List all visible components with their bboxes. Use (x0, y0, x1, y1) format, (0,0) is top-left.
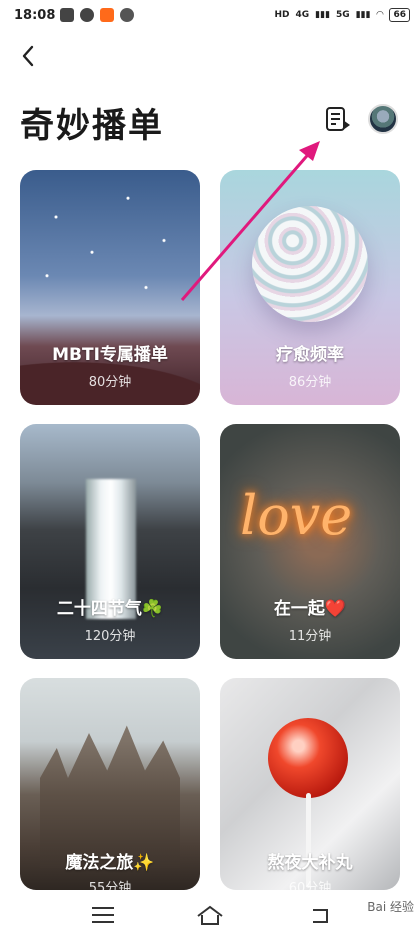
card-title: 疗愈频率 (276, 345, 344, 365)
status-bar: 18:08 HD 4G ▮▮▮ 5G ▮▮▮ ◠ 66 (0, 0, 420, 32)
lollipop-image (268, 718, 348, 798)
playlist-card-solar-terms[interactable]: 二十四节气☘️ 120分钟 (20, 424, 200, 659)
5g-label: 5G (336, 10, 350, 20)
playlist-card-late-night[interactable]: 熬夜大补丸 60分钟 (220, 678, 400, 890)
4g-label: 4G (295, 10, 310, 20)
card-duration: 60分钟 (288, 881, 332, 890)
card-title: 二十四节气☘️ (56, 599, 164, 619)
menu-button[interactable] (88, 902, 118, 928)
playlist-card-magic[interactable]: 魔法之旅✨ 55分钟 (20, 678, 200, 890)
card-title: 魔法之旅✨ (65, 853, 155, 873)
watermark-text: Bai 经验 (367, 900, 414, 914)
chevron-left-icon (22, 45, 34, 67)
playlist-card-together[interactable]: love 在一起❤️ 11分钟 (220, 424, 400, 659)
back-button[interactable] (14, 42, 42, 70)
battery-icon: 66 (389, 8, 410, 22)
menu-icon (92, 907, 114, 923)
back-nav-icon (313, 909, 328, 923)
home-icon (197, 905, 223, 925)
system-nav-bar (0, 890, 420, 940)
back-nav-button[interactable] (305, 902, 335, 928)
card-duration: 55分钟 (88, 881, 132, 890)
avatar[interactable] (368, 104, 398, 134)
card-duration: 11分钟 (288, 629, 332, 644)
playlist-button[interactable] (322, 104, 352, 134)
notification-icons (60, 8, 134, 22)
card-duration: 120分钟 (84, 629, 136, 644)
wifi-icon: ◠ (376, 10, 384, 20)
signal-icon: ▮▮▮ (355, 10, 371, 20)
taobao-icon (100, 8, 114, 22)
sphere-image (252, 206, 368, 322)
starry-sky-image (20, 170, 200, 405)
sparkler-love-image: love (240, 484, 353, 547)
card-title: 在一起❤️ (273, 599, 347, 619)
card-title: MBTI专属播单 (52, 345, 168, 365)
castle-image (40, 725, 180, 868)
signal-icon: ▮▮▮ (315, 10, 331, 20)
status-right: HD 4G ▮▮▮ 5G ▮▮▮ ◠ 66 (274, 8, 410, 22)
lollipop-stick (306, 793, 311, 888)
card-duration: 86分钟 (288, 375, 332, 390)
card-title: 熬夜大补丸 (267, 853, 353, 873)
status-time: 18:08 (14, 8, 56, 23)
bookmark-icon (60, 8, 74, 22)
playlist-icon (326, 107, 350, 131)
home-button[interactable] (195, 902, 225, 928)
watermark: Bai 经验 (367, 898, 414, 915)
hd-label: HD (274, 10, 290, 20)
message-icon (80, 8, 94, 22)
compass-icon (120, 8, 134, 22)
playlist-card-mbti[interactable]: MBTI专属播单 80分钟 (20, 170, 200, 405)
card-duration: 80分钟 (88, 375, 132, 390)
playlist-card-healing[interactable]: 疗愈频率 86分钟 (220, 170, 400, 405)
page-title: 奇妙播单 (20, 106, 164, 146)
